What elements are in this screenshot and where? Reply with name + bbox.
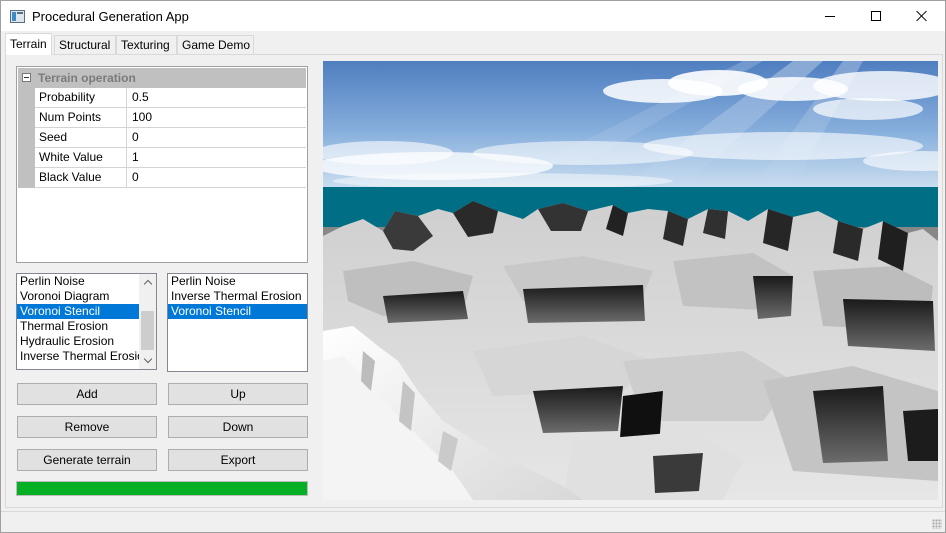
list-item[interactable]: Voronoi Diagram bbox=[17, 289, 139, 304]
tab-texturing[interactable]: Texturing bbox=[116, 35, 177, 55]
terrain-render bbox=[323, 61, 938, 500]
scroll-down-button[interactable] bbox=[139, 352, 156, 369]
tab-structural[interactable]: Structural bbox=[54, 35, 116, 55]
title-bar[interactable]: Procedural Generation App bbox=[1, 1, 945, 31]
list-item[interactable]: Hydraulic Erosion bbox=[17, 334, 139, 349]
property-value-black-value[interactable]: 0 bbox=[128, 168, 306, 187]
property-category-title: Terrain operation bbox=[38, 71, 136, 85]
terrain-3d-viewport[interactable] bbox=[323, 61, 938, 500]
window-title: Procedural Generation App bbox=[32, 9, 189, 24]
minimize-icon bbox=[825, 15, 835, 17]
scroll-up-button[interactable] bbox=[139, 274, 156, 291]
generate-terrain-button[interactable]: Generate terrain bbox=[17, 449, 157, 471]
property-row-black-value[interactable]: Black Value 0 bbox=[35, 168, 306, 188]
property-grid[interactable]: Terrain operation Probability 0.5 Num Po… bbox=[16, 66, 308, 263]
pipeline-list[interactable]: Perlin Noise Inverse Thermal Erosion Vor… bbox=[167, 273, 308, 372]
down-button[interactable]: Down bbox=[168, 416, 308, 438]
maximize-icon bbox=[871, 11, 881, 21]
property-value-probability[interactable]: 0.5 bbox=[128, 88, 306, 107]
collapse-minus-icon[interactable] bbox=[22, 73, 31, 82]
list-item-selected[interactable]: Voronoi Stencil bbox=[168, 304, 307, 319]
property-name: White Value bbox=[35, 148, 127, 167]
up-button[interactable]: Up bbox=[168, 383, 308, 405]
list-item[interactable]: Thermal Erosion bbox=[17, 319, 139, 334]
chevron-up-icon bbox=[143, 279, 152, 289]
progress-fill bbox=[17, 482, 307, 495]
property-value-white-value[interactable]: 1 bbox=[128, 148, 306, 167]
tab-bar: Terrain Structural Texturing Game Demo bbox=[3, 33, 943, 55]
add-button[interactable]: Add bbox=[17, 383, 157, 405]
property-name: Seed bbox=[35, 128, 127, 147]
list-item[interactable]: Perlin Noise bbox=[168, 274, 307, 289]
list-item[interactable]: Inverse Thermal Erosion bbox=[17, 349, 151, 364]
close-button[interactable] bbox=[899, 1, 945, 31]
status-bar bbox=[1, 511, 945, 532]
property-value-seed[interactable]: 0 bbox=[128, 128, 306, 147]
export-button[interactable]: Export bbox=[168, 449, 308, 471]
tab-terrain[interactable]: Terrain bbox=[5, 33, 52, 55]
app-icon bbox=[10, 10, 25, 23]
property-value-num-points[interactable]: 100 bbox=[128, 108, 306, 127]
remove-button[interactable]: Remove bbox=[17, 416, 157, 438]
generation-progress-bar bbox=[16, 481, 308, 496]
chevron-down-icon bbox=[143, 354, 152, 364]
maximize-button[interactable] bbox=[853, 1, 899, 31]
tab-game-demo[interactable]: Game Demo bbox=[177, 35, 254, 55]
close-icon bbox=[916, 10, 928, 22]
property-name: Black Value bbox=[35, 168, 127, 187]
terrain-mesh bbox=[323, 201, 938, 500]
property-gutter bbox=[18, 88, 35, 188]
property-row-white-value[interactable]: White Value 1 bbox=[35, 148, 306, 168]
scrollbar-thumb[interactable] bbox=[141, 311, 154, 350]
list-item[interactable]: Perlin Noise bbox=[17, 274, 139, 289]
resize-grip-icon[interactable] bbox=[932, 519, 942, 529]
list-item-selected[interactable]: Voronoi Stencil bbox=[17, 304, 139, 319]
property-row-num-points[interactable]: Num Points 100 bbox=[35, 108, 306, 128]
list-item[interactable]: Inverse Thermal Erosion bbox=[168, 289, 307, 304]
property-category-header[interactable]: Terrain operation bbox=[18, 68, 306, 88]
property-name: Num Points bbox=[35, 108, 127, 127]
property-row-probability[interactable]: Probability 0.5 bbox=[35, 88, 306, 108]
list-scrollbar[interactable] bbox=[139, 274, 156, 369]
app-window: Procedural Generation App Terrain Struct… bbox=[0, 0, 946, 533]
property-row-seed[interactable]: Seed 0 bbox=[35, 128, 306, 148]
property-name: Probability bbox=[35, 88, 127, 107]
available-operations-list[interactable]: Perlin Noise Voronoi Diagram Voronoi Ste… bbox=[16, 273, 157, 370]
minimize-button[interactable] bbox=[807, 1, 853, 31]
